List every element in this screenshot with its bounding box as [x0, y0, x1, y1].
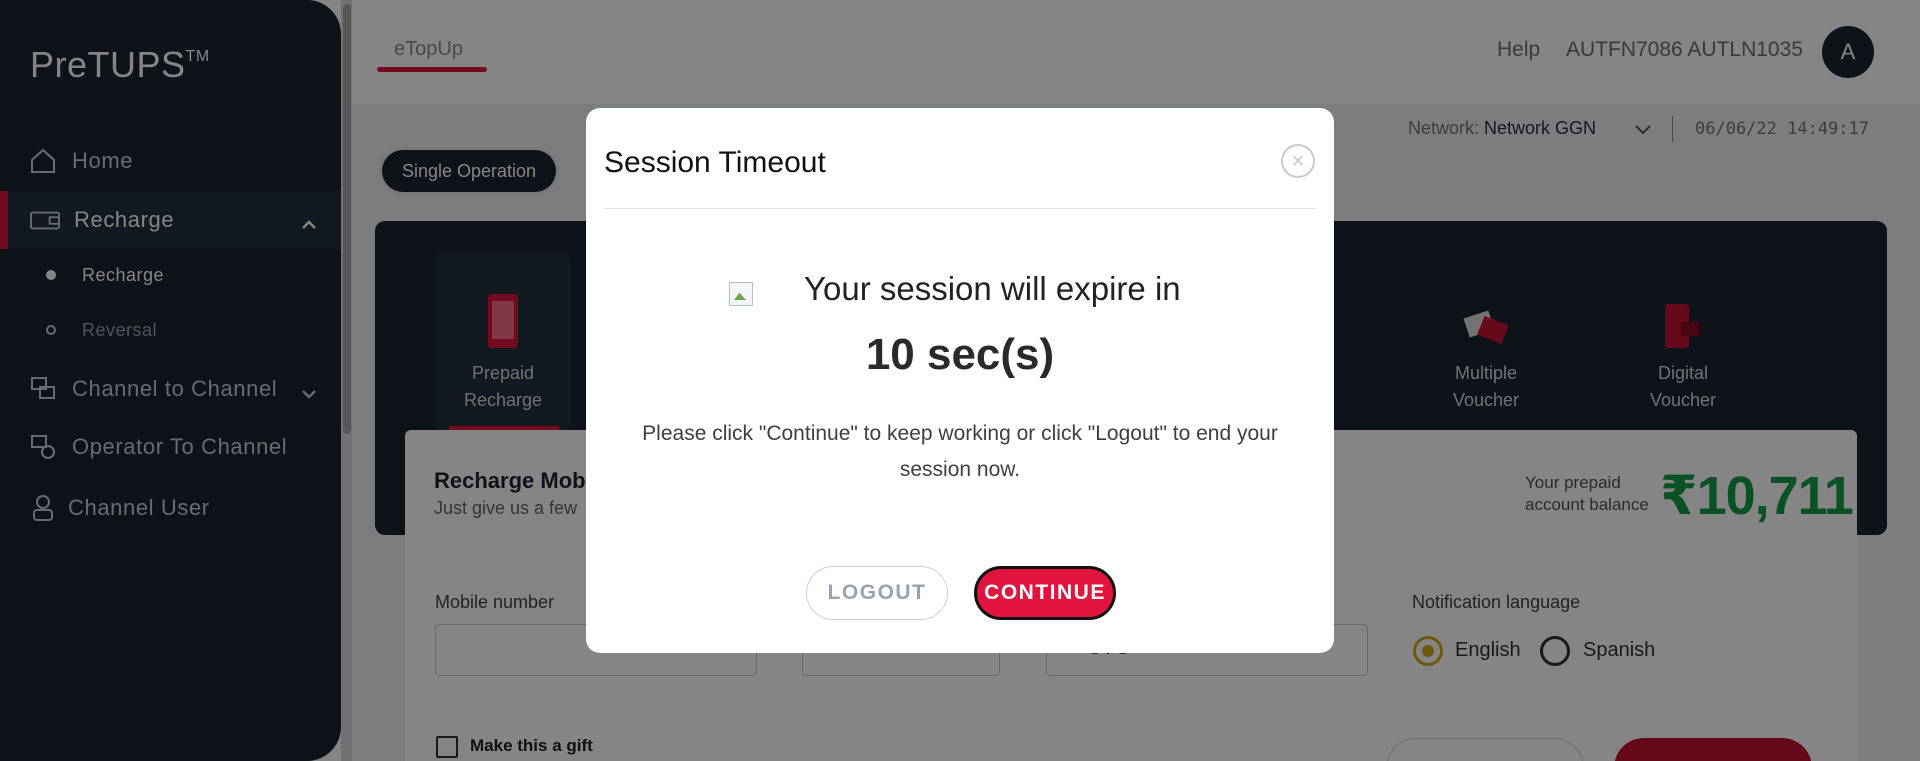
countdown-timer: 10 sec(s) — [865, 330, 1055, 379]
dialog-title: Session Timeout — [604, 146, 826, 179]
logout-button[interactable]: LOGOUT — [806, 566, 948, 620]
divider — [604, 208, 1316, 209]
close-icon[interactable]: × — [1281, 144, 1315, 178]
broken-image-icon — [729, 282, 753, 306]
session-timeout-dialog: Session Timeout × Your session will expi… — [586, 108, 1334, 653]
dialog-message: Please click "Continue" to keep working … — [642, 422, 1278, 481]
continue-button[interactable]: CONTINUE — [974, 566, 1116, 620]
expire-text: Your session will expire in — [804, 270, 1181, 307]
